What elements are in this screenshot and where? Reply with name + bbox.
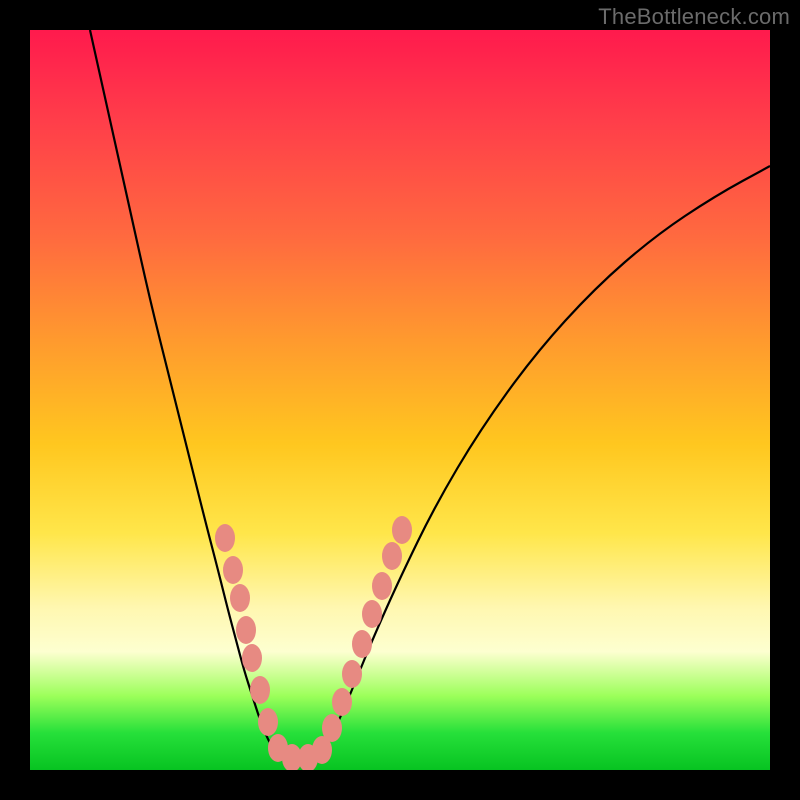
bead-marker <box>332 688 352 716</box>
bead-marker <box>362 600 382 628</box>
chart-svg <box>30 30 770 770</box>
bead-marker <box>382 542 402 570</box>
bead-marker <box>223 556 243 584</box>
bead-marker <box>352 630 372 658</box>
bead-marker <box>242 644 262 672</box>
bead-group <box>215 516 412 770</box>
outer-frame: TheBottleneck.com <box>0 0 800 800</box>
bead-marker <box>230 584 250 612</box>
bead-marker <box>250 676 270 704</box>
bead-marker <box>372 572 392 600</box>
plot-area <box>30 30 770 770</box>
bead-marker <box>342 660 362 688</box>
bead-marker <box>392 516 412 544</box>
bead-marker <box>236 616 256 644</box>
watermark-text: TheBottleneck.com <box>598 4 790 30</box>
bead-marker <box>215 524 235 552</box>
bead-marker <box>322 714 342 742</box>
bead-marker <box>258 708 278 736</box>
curve-right <box>320 166 770 756</box>
